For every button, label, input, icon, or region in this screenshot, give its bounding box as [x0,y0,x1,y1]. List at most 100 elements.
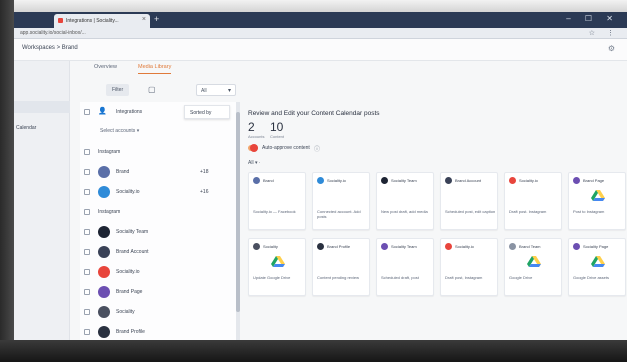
card-body: Content pending review [317,275,360,280]
sort-menu-label: Sorted by [190,110,212,116]
list-item[interactable]: Sociality.io +16 [80,184,236,202]
list-item[interactable]: Instagram [80,144,236,162]
content-card[interactable]: Brand Page Post to Instagram [568,172,626,230]
browser-toolbar-icons[interactable]: ☆ ⋮ [589,29,619,37]
avatar [98,186,110,198]
list-item-label: Brand Page [116,289,143,295]
avatar [253,243,260,250]
card-body: Draft post, Instagram [445,275,483,280]
content-panel: Review and Edit your Content Calendar po… [246,102,627,342]
card-title: Sociality.io [455,244,474,249]
close-tab-icon[interactable]: × [142,16,146,23]
card-body: Google Drive [509,275,533,280]
card-filter-control[interactable]: All ▾ · [248,160,261,166]
row-checkbox[interactable] [84,329,90,335]
card-title: Sociality Team [391,178,417,183]
list-item[interactable]: Sociality [80,304,236,322]
stat-value: 10 [270,120,284,134]
stat-value: 2 [248,120,255,134]
user-icon: 👤 [98,108,107,115]
list-scrollbar[interactable] [236,102,240,342]
list-item-label: Brand [116,169,130,175]
avatar [98,226,110,238]
left-nav-selected-item[interactable] [14,101,70,113]
list-item[interactable]: Instagram [80,204,236,222]
chevron-down-icon: ▾ [227,88,231,94]
sort-menu[interactable]: Sorted by [184,105,230,119]
content-card[interactable]: Brand Team Google Drive [504,238,562,296]
settings-icon[interactable]: ⚙ [608,44,615,53]
avatar [98,306,110,318]
row-checkbox[interactable] [84,289,90,295]
tab-overview[interactable]: Overview [94,64,117,73]
content-card[interactable]: Brand Profile Content pending review [312,238,370,296]
content-card[interactable]: Sociality Update Google Drive [248,238,306,296]
url-text: app.sociality.io/social-inbox/... [20,30,86,36]
google-drive-icon [527,256,541,267]
card-title: Brand Team [519,244,541,249]
list-item[interactable]: Brand Account [80,244,236,262]
avatar [573,243,580,250]
list-item[interactable]: Sociality.io [80,264,236,282]
window-controls[interactable]: – ☐ ✕ [566,14,619,23]
content-card[interactable]: Sociality.io Connected account. Add posts [312,172,370,230]
card-title: Brand Profile [327,244,351,249]
card-title: Sociality Team [391,244,417,249]
grid-view-icon[interactable]: ▢ [148,85,156,94]
card-body: Draft post. Instagram [509,209,547,214]
row-checkbox[interactable] [84,269,90,275]
avatar [317,177,324,184]
select-all-checkbox[interactable] [84,109,90,115]
list-item-label: Instagram [98,149,121,155]
avatar [98,326,110,338]
row-checkbox[interactable] [84,309,90,315]
row-checkbox[interactable] [84,229,90,235]
row-checkbox[interactable] [84,189,90,195]
content-card[interactable]: Brand Account Scheduled post, edit captio… [440,172,498,230]
content-card[interactable]: Sociality.io Draft post, Instagram [440,238,498,296]
content-card[interactable]: Sociality Team New post draft, add media [376,172,434,230]
card-body: Google Drive assets [573,275,610,280]
info-icon[interactable]: ⓘ [314,144,320,153]
list-header-label: Integrations [116,109,143,115]
address-bar[interactable]: app.sociality.io/social-inbox/... ☆ ⋮ [14,28,627,39]
row-checkbox[interactable] [84,209,90,215]
card-body: Sociality.io — Facebook [253,209,296,214]
browser-tab[interactable]: Integrations | Sociality... × [54,14,150,28]
avatar [573,177,580,184]
new-tab-icon[interactable]: + [154,14,159,24]
scrollbar-thumb[interactable] [236,112,240,312]
list-item-label: Brand Account [116,249,149,255]
list-item[interactable]: Brand Page [80,284,236,302]
list-item[interactable]: Brand +18 [80,164,236,182]
view-dropdown[interactable]: All ▾ [196,84,236,96]
content-card[interactable]: Sociality Page Google Drive assets [568,238,626,296]
list-item-count: +16 [200,189,209,195]
breadcrumb[interactable]: Workspaces > Brand [22,45,78,51]
favicon-icon [58,18,63,23]
card-title: Brand [263,178,274,183]
content-card[interactable]: Brand Sociality.io — Facebook [248,172,306,230]
card-title: Sociality.io [519,178,538,183]
stat-content: 10 Content [270,120,284,139]
google-drive-icon [591,256,605,267]
list-item-label: Sociality [116,309,135,315]
row-checkbox[interactable] [84,149,90,155]
tab-media-library[interactable]: Media Library [138,64,172,74]
google-drive-icon [591,190,605,201]
screen: Integrations | Sociality... × + – ☐ ✕ ap… [14,12,627,342]
auto-approve-toggle[interactable] [248,144,258,152]
filter-pill[interactable]: Filter [106,84,130,96]
left-nav-label[interactable]: Calendar [16,125,36,131]
row-checkbox[interactable] [84,249,90,255]
list-header-row: 👤 Integrations Sorted by [80,104,236,122]
content-card[interactable]: Sociality Team Scheduled draft, post [376,238,434,296]
select-accounts-filter[interactable]: Select accounts ▾ [100,128,139,134]
avatar [98,266,110,278]
content-card[interactable]: Sociality.io Draft post. Instagram [504,172,562,230]
card-title: Sociality Page [583,244,609,249]
stat-caption: Content [270,134,285,139]
list-item[interactable]: Sociality Team [80,224,236,242]
row-checkbox[interactable] [84,169,90,175]
browser-tab-title: Integrations | Sociality... [66,18,119,24]
